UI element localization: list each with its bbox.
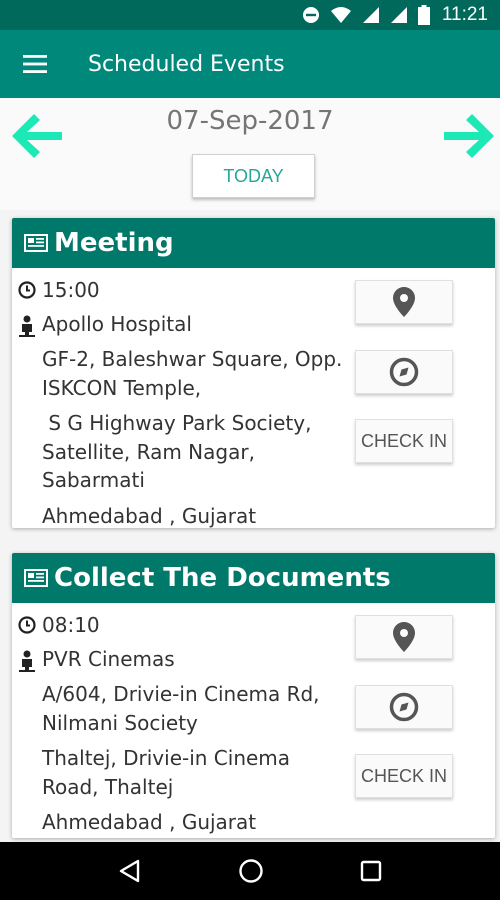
wifi-icon <box>330 7 351 23</box>
newspaper-icon <box>24 234 48 252</box>
event-place: PVR Cinemas <box>42 647 175 671</box>
recents-icon[interactable] <box>360 860 382 882</box>
status-bar: 11:21 <box>0 0 500 30</box>
clock-icon <box>12 611 42 634</box>
check-in-button[interactable]: CHECK IN <box>355 419 453 463</box>
event-place: Apollo Hospital <box>42 312 192 336</box>
page-title: Scheduled Events <box>88 51 285 77</box>
event-title: Meeting <box>54 228 174 258</box>
menu-icon <box>23 55 47 73</box>
location-pin-icon <box>393 622 415 652</box>
event-card: Meeting 15:00 Apollo Hospital GF-2, Bale… <box>12 218 495 528</box>
event-card-header: Collect The Documents <box>12 553 495 603</box>
location-button[interactable] <box>355 280 453 324</box>
arrow-right-icon <box>444 114 494 158</box>
location-pin-icon <box>393 287 415 317</box>
newspaper-icon <box>24 569 48 587</box>
compass-icon <box>389 692 419 722</box>
current-date: 07-Sep-2017 <box>166 106 334 136</box>
navigate-button[interactable] <box>355 350 453 394</box>
event-city: Ahmedabad , Gujarat <box>42 810 257 834</box>
navigate-button[interactable] <box>355 685 453 729</box>
event-address-line-2: Thaltej, Drivie-in Cinema Road, Thaltej <box>42 746 291 799</box>
event-card-body: 15:00 Apollo Hospital GF-2, Baleshwar Sq… <box>12 268 495 528</box>
status-time: 11:21 <box>441 4 488 25</box>
next-day-button[interactable] <box>442 110 494 162</box>
location-button[interactable] <box>355 615 453 659</box>
compass-icon <box>389 357 419 387</box>
event-card: Collect The Documents 08:10 PVR Cinemas … <box>12 553 495 838</box>
event-card-header: Meeting <box>12 218 495 268</box>
event-card-body: 08:10 PVR Cinemas A/604, Drivie-in Cinem… <box>12 603 495 837</box>
system-nav-bar <box>0 842 500 900</box>
dnd-icon <box>302 7 319 23</box>
event-time: 08:10 <box>42 613 100 637</box>
event-city: Ahmedabad , Gujarat <box>42 503 257 528</box>
battery-icon <box>417 5 430 25</box>
today-button[interactable]: TODAY <box>192 154 315 198</box>
person-icon <box>12 310 42 337</box>
person-icon <box>12 645 42 672</box>
signal-icon <box>362 7 379 23</box>
clock-icon <box>12 276 42 299</box>
event-address-line-2: S G Highway Park Society, Satellite, Ram… <box>42 411 318 492</box>
menu-button[interactable] <box>0 30 70 98</box>
event-address-line-1: A/604, Drivie-in Cinema Rd, Nilmani Soci… <box>42 682 320 735</box>
signal-icon-2 <box>390 7 407 23</box>
event-time: 15:00 <box>42 278 100 302</box>
check-in-button[interactable]: CHECK IN <box>355 754 453 798</box>
event-title: Collect The Documents <box>54 563 391 593</box>
app-bar: Scheduled Events <box>0 30 500 98</box>
back-icon[interactable] <box>118 859 142 883</box>
home-icon[interactable] <box>238 858 264 884</box>
date-navigator: 07-Sep-2017 TODAY <box>0 98 500 210</box>
event-address-line-1: GF-2, Baleshwar Square, Opp. ISKCON Temp… <box>42 347 343 400</box>
